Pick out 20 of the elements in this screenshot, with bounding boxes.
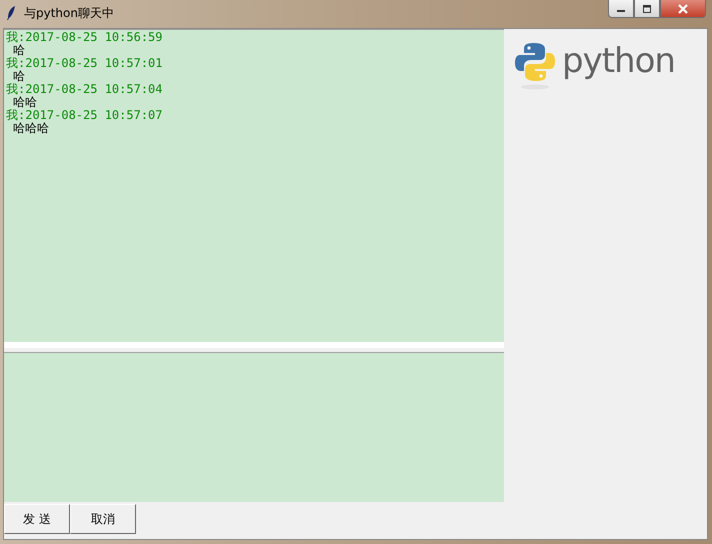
dialog-button[interactable]: 发 送	[4, 504, 70, 534]
close-button[interactable]	[660, 0, 706, 18]
dialog-button[interactable]: 取消	[70, 504, 136, 534]
message-text: 哈	[12, 70, 26, 83]
message-header: 我:2017-08-25 10:57:01	[6, 57, 164, 70]
message-text: 哈哈哈	[12, 122, 50, 135]
python-logo-icon	[514, 41, 556, 91]
logo-text: python	[562, 41, 675, 81]
message-text: 哈哈	[12, 96, 38, 109]
message-header: 我:2017-08-25 10:56:59	[6, 31, 164, 44]
message-text: 哈	[12, 44, 26, 57]
message-header: 我:2017-08-25 10:57:07	[6, 109, 164, 122]
maximize-button[interactable]	[634, 0, 660, 18]
window-title: 与python聊天中	[24, 4, 114, 22]
maximize-icon	[642, 4, 652, 12]
message-header: 我:2017-08-25 10:57:04	[6, 83, 164, 96]
close-icon	[677, 4, 689, 14]
feather-icon	[6, 5, 16, 21]
input-field[interactable]	[4, 352, 504, 502]
minimize-button[interactable]	[608, 0, 634, 18]
